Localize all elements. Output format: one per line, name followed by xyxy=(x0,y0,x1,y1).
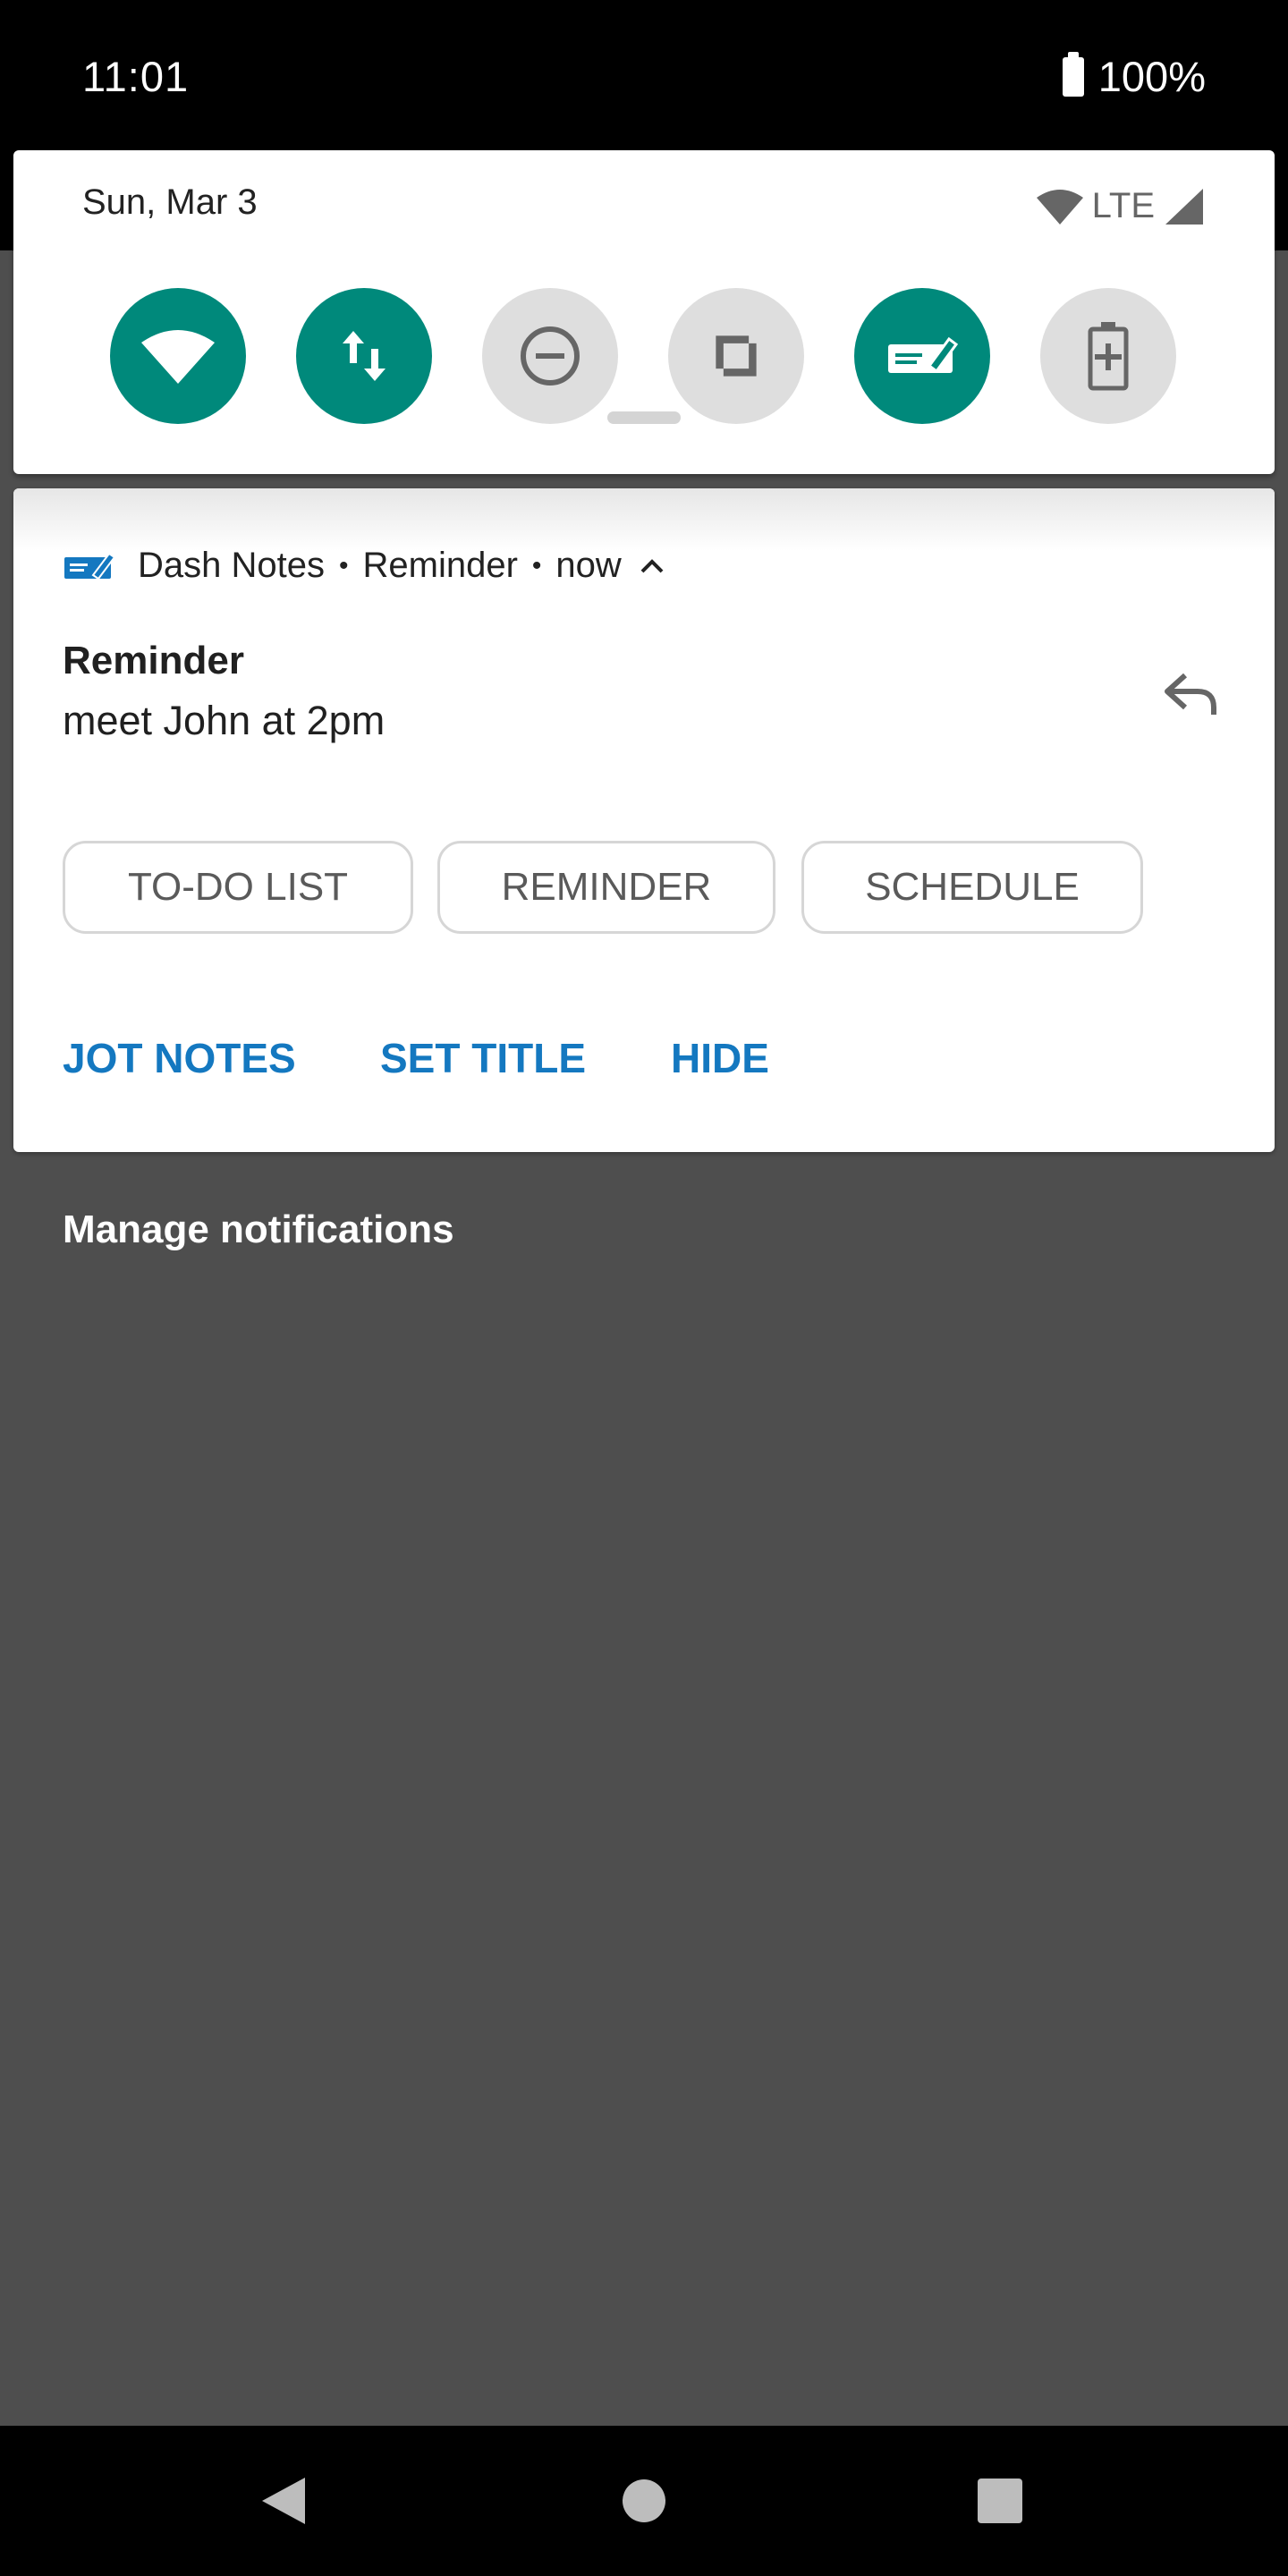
status-right: 100% xyxy=(1062,51,1206,101)
chip-reminder[interactable]: REMINDER xyxy=(437,841,775,934)
notification-time: now xyxy=(555,546,622,585)
battery-percent: 100% xyxy=(1097,53,1206,100)
tile-auto-rotate[interactable] xyxy=(668,288,804,424)
notification-app-name: Dash Notes xyxy=(138,546,325,585)
cell-signal-icon xyxy=(1165,188,1203,225)
do-not-disturb-icon xyxy=(521,326,580,386)
battery-icon xyxy=(1062,51,1084,97)
separator-dot: • xyxy=(531,550,542,580)
separator-dot: • xyxy=(338,550,349,580)
qs-date[interactable]: Sun, Mar 3 xyxy=(82,182,258,223)
tile-battery-saver[interactable] xyxy=(1040,288,1176,424)
quick-settings-panel: Sun, Mar 3 LTE xyxy=(13,150,1275,474)
action-jot-notes[interactable]: JOT NOTES xyxy=(63,1034,296,1082)
recents-icon xyxy=(978,2479,1022,2523)
auto-rotate-icon xyxy=(716,335,757,377)
action-set-title[interactable]: SET TITLE xyxy=(380,1034,586,1082)
status-time: 11:01 xyxy=(82,53,190,100)
tile-wifi[interactable] xyxy=(110,288,246,424)
notification-top-shade xyxy=(13,488,1275,551)
notification-card[interactable]: Dash Notes • Reminder • now Reminder mee… xyxy=(13,488,1275,1152)
home-button[interactable] xyxy=(590,2426,698,2576)
wifi-status-icon xyxy=(1036,189,1083,225)
wifi-icon xyxy=(141,330,215,384)
home-icon xyxy=(623,2479,665,2522)
chip-schedule[interactable]: SCHEDULE xyxy=(801,841,1143,934)
note-pen-icon xyxy=(888,336,959,374)
dash-notes-app-icon xyxy=(64,552,116,580)
data-transfer-icon xyxy=(343,331,386,381)
notification-title: Reminder xyxy=(63,639,244,682)
qs-drag-handle[interactable] xyxy=(607,411,681,424)
manage-notifications-link[interactable]: Manage notifications xyxy=(63,1208,454,1252)
navigation-bar xyxy=(0,2426,1288,2576)
notification-text: meet John at 2pm xyxy=(63,698,386,743)
chevron-up-icon[interactable] xyxy=(640,557,665,575)
qs-signal-status: LTE xyxy=(1035,186,1205,226)
tile-mobile-data[interactable] xyxy=(296,288,432,424)
action-hide[interactable]: HIDE xyxy=(671,1034,769,1082)
back-button[interactable] xyxy=(230,2426,337,2576)
notification-header[interactable]: Dash Notes • Reminder • now xyxy=(63,546,665,586)
recents-button[interactable] xyxy=(946,2426,1054,2576)
reply-icon xyxy=(1165,673,1216,715)
chip-to-do-list[interactable]: TO-DO LIST xyxy=(63,841,413,934)
reply-button[interactable] xyxy=(1155,658,1226,730)
back-icon xyxy=(262,2478,305,2524)
tile-dash-notes[interactable] xyxy=(854,288,990,424)
battery-saver-icon xyxy=(1088,322,1129,391)
notification-channel: Reminder xyxy=(362,546,518,585)
tile-do-not-disturb[interactable] xyxy=(482,288,618,424)
network-type: LTE xyxy=(1091,186,1155,225)
